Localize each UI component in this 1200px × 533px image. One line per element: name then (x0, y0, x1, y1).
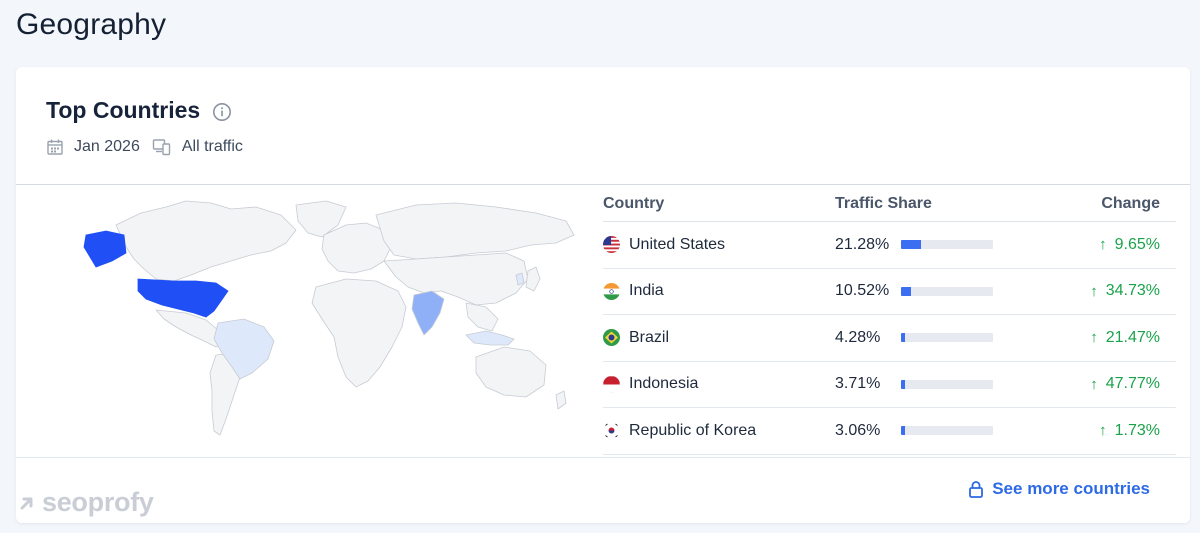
table-row[interactable]: Brazil 4.28% ↑ 21.47% (603, 315, 1176, 362)
map-united-states (137, 278, 229, 318)
table-row[interactable]: Indonesia 3.71% ↑ 47.77% (603, 362, 1176, 408)
map-japan (525, 266, 541, 292)
logo-text: seoprofy (42, 487, 154, 517)
map-alaska (83, 230, 127, 268)
map-se-asia (465, 302, 499, 332)
map-russia (375, 202, 575, 260)
table-row[interactable]: United States 21.28% ↑ 9.65% (603, 222, 1176, 269)
card-meta: Jan 2026 All traffic (46, 138, 243, 156)
header-traffic-share[interactable]: Traffic Share (835, 195, 1055, 213)
traffic-share-bar (901, 333, 993, 343)
see-more-countries-link[interactable]: See more countries (968, 479, 1150, 499)
korea-flag-icon (603, 422, 620, 440)
table-row[interactable]: India 10.52% ↑ 34.73% (603, 269, 1176, 315)
india-flag-icon (603, 282, 620, 300)
country-name[interactable]: Brazil (629, 329, 669, 347)
arrow-up-icon: ↑ (1090, 329, 1098, 346)
arrow-up-icon: ↑ (1099, 236, 1107, 253)
countries-table: Country Traffic Share Change United Stat… (603, 186, 1176, 455)
map-canada (115, 200, 297, 282)
map-mexico (155, 309, 225, 348)
top-countries-card: Top Countries Jan 2026 All traffic Count… (16, 67, 1190, 523)
table-header: Country Traffic Share Change (603, 186, 1176, 222)
traffic-share-bar (901, 286, 993, 296)
map-asia (383, 252, 529, 306)
map-indonesia (465, 330, 515, 346)
arrow-up-icon: ↑ (1090, 282, 1098, 300)
change-value: ↑ 47.77% (1090, 375, 1160, 393)
map-africa (311, 278, 407, 388)
traffic-share-bar (901, 240, 993, 250)
change-value: ↑ 9.65% (1099, 235, 1160, 254)
traffic-share-bar (901, 379, 993, 389)
arrow-up-icon: ↑ (1099, 422, 1107, 439)
map-india (411, 290, 445, 336)
country-name[interactable]: Republic of Korea (629, 422, 756, 440)
traffic-share-bar (901, 426, 993, 436)
world-map (83, 200, 575, 436)
arrow-up-icon: ↑ (1090, 375, 1098, 393)
traffic-share-value: 10.52% (835, 282, 890, 300)
traffic-share-value: 21.28% (835, 235, 890, 253)
change-value: ↑ 34.73% (1090, 282, 1160, 300)
header-change[interactable]: Change (1055, 195, 1176, 213)
lock-icon (969, 481, 984, 498)
info-icon[interactable] (212, 101, 232, 121)
page-title: Geography (16, 8, 167, 41)
card-title: Top Countries (46, 97, 201, 123)
brazil-flag-icon (603, 329, 620, 347)
calendar-icon (47, 139, 63, 155)
change-value: ↑ 1.73% (1099, 421, 1160, 440)
country-name[interactable]: United States (629, 236, 725, 254)
arrow-up-right-icon (20, 497, 33, 509)
table-row[interactable]: Republic of Korea 3.06% ↑ 1.73% (603, 408, 1176, 455)
indonesia-flag-icon (603, 375, 620, 393)
change-value: ↑ 21.47% (1090, 328, 1160, 347)
traffic-share-value: 4.28% (835, 328, 881, 346)
map-new-zealand (555, 390, 567, 410)
card-header: Top Countries Jan 2026 All traffic (46, 97, 243, 156)
traffic-share-value: 3.06% (835, 421, 881, 439)
devices-icon (152, 139, 171, 156)
country-name[interactable]: India (629, 282, 664, 300)
traffic-share-value: 3.71% (835, 375, 881, 393)
traffic-label: All traffic (181, 138, 243, 155)
date-label: Jan 2026 (74, 138, 140, 155)
header-divider (16, 184, 1190, 185)
map-australia (475, 346, 547, 398)
footer-divider (16, 457, 1190, 458)
header-country[interactable]: Country (603, 195, 835, 213)
see-more-label[interactable]: See more countries (992, 479, 1150, 499)
country-name[interactable]: Indonesia (629, 375, 698, 393)
us-flag-icon (603, 236, 620, 254)
seoprofy-logo: seoprofy (18, 487, 154, 518)
